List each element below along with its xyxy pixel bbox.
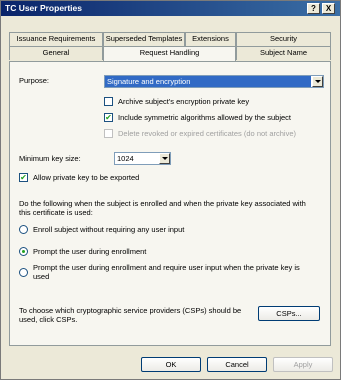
purpose-select[interactable]: Signature and encryption bbox=[104, 75, 324, 88]
radio-selected-dot bbox=[22, 250, 25, 253]
chevron-down-icon[interactable] bbox=[312, 76, 323, 87]
radio-prompt-user-label: Prompt the user during enrollment bbox=[33, 247, 147, 256]
purpose-value: Signature and encryption bbox=[105, 76, 311, 87]
title-bar[interactable]: TC User Properties ? X bbox=[1, 1, 340, 16]
min-key-value: 1024 bbox=[117, 154, 134, 163]
symmetric-label: Include symmetric algorithms allowed by … bbox=[118, 113, 291, 122]
close-button[interactable]: X bbox=[322, 3, 335, 14]
ok-button[interactable]: OK bbox=[141, 357, 201, 372]
checkmark-icon: ✔ bbox=[20, 173, 27, 182]
checkmark-icon: ✔ bbox=[105, 113, 112, 122]
allow-export-label: Allow private key to be exported bbox=[33, 173, 140, 182]
purpose-label: Purpose: bbox=[19, 76, 50, 85]
chevron-down-icon[interactable] bbox=[159, 153, 170, 164]
help-button[interactable]: ? bbox=[307, 3, 320, 14]
csp-button[interactable]: CSPs... bbox=[258, 306, 320, 321]
tab-panel-request-handling: Purpose: Signature and encryption Archiv… bbox=[9, 61, 331, 346]
window-title: TC User Properties bbox=[5, 3, 82, 13]
tab-superseded-templates[interactable]: Superseded Templates bbox=[103, 32, 185, 46]
tab-issuance-requirements[interactable]: Issuance Requirements bbox=[9, 32, 103, 46]
tab-request-handling[interactable]: Request Handling bbox=[103, 46, 236, 61]
symmetric-checkbox[interactable]: ✔ bbox=[104, 113, 113, 122]
enroll-instructions: Do the following when the subject is enr… bbox=[19, 199, 306, 217]
archive-label: Archive subject's encryption private key bbox=[118, 97, 250, 106]
tab-subject-name[interactable]: Subject Name bbox=[236, 46, 331, 60]
tab-security[interactable]: Security bbox=[236, 32, 331, 46]
allow-export-checkbox[interactable]: ✔ bbox=[19, 173, 28, 182]
radio-enroll-no-input-label: Enroll subject without requiring any use… bbox=[33, 225, 185, 234]
radio-enroll-no-input[interactable] bbox=[19, 225, 28, 234]
min-key-label: Minimum key size: bbox=[19, 154, 81, 163]
csp-instructions: To choose which cryptographic service pr… bbox=[19, 306, 242, 324]
archive-checkbox[interactable] bbox=[104, 97, 113, 106]
radio-prompt-require-input[interactable] bbox=[19, 268, 28, 277]
tab-extensions[interactable]: Extensions bbox=[185, 32, 236, 46]
radio-prompt-user[interactable] bbox=[19, 247, 28, 256]
tab-general[interactable]: General bbox=[9, 46, 103, 60]
radio-prompt-require-input-label: Prompt the user during enrollment and re… bbox=[33, 263, 300, 281]
apply-button[interactable]: Apply bbox=[273, 357, 333, 372]
delete-revoked-label: Delete revoked or expired certificates (… bbox=[118, 129, 297, 138]
min-key-select[interactable]: 1024 bbox=[114, 152, 171, 165]
delete-revoked-checkbox[interactable] bbox=[104, 129, 113, 138]
properties-dialog: TC User Properties ? X Issuance Requirem… bbox=[0, 0, 341, 380]
cancel-button[interactable]: Cancel bbox=[207, 357, 267, 372]
